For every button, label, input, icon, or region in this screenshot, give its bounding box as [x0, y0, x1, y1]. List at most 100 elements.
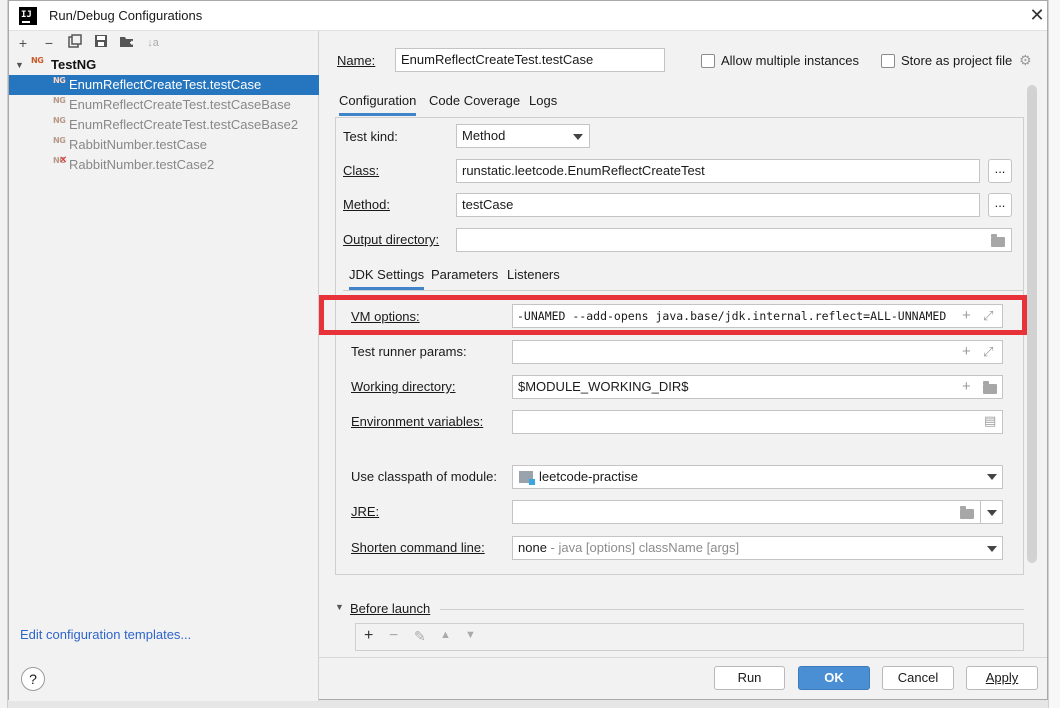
chevron-down-icon[interactable]: ▼	[15, 55, 24, 75]
output-directory-label: Output directory:	[343, 232, 440, 247]
tab-code-coverage[interactable]: Code Coverage	[429, 90, 520, 116]
name-label: Name:	[337, 53, 376, 68]
testng-icon: NG	[53, 116, 66, 125]
sort-icon[interactable]: ↓a	[143, 33, 163, 53]
document-icon[interactable]: ▤	[984, 413, 996, 429]
ok-button[interactable]: OK	[798, 666, 870, 690]
jre-label: JRE:	[351, 504, 380, 519]
tree-root-testng[interactable]: ▼ NG TestNG	[9, 55, 319, 75]
testng-icon: NG	[53, 136, 66, 145]
environment-variables-field[interactable]	[512, 410, 1003, 434]
help-button[interactable]: ?	[21, 667, 45, 691]
store-project-label: Store as project file	[901, 53, 1013, 68]
tree-item-label: RabbitNumber.testCase	[69, 137, 208, 152]
folder-icon[interactable]	[983, 381, 997, 394]
intellij-app-icon: IJ	[19, 7, 37, 25]
insert-macro-icon[interactable]: +	[962, 379, 971, 395]
shorten-command-line-value: none	[518, 540, 547, 555]
working-directory-field[interactable]: $MODULE_WORKING_DIR$	[512, 375, 1003, 399]
gear-icon[interactable]: ⚙	[1019, 52, 1032, 69]
close-icon[interactable]: ✕	[1027, 5, 1047, 25]
configuration-tree-panel: + − ↓a ▼ NG TestNG NG EnumReflectCreateT…	[9, 31, 319, 701]
title-bar: IJ Run/Debug Configurations ✕	[9, 1, 1047, 31]
tree-item-enumreflect-testcasebase2[interactable]: NG EnumReflectCreateTest.testCaseBase2	[9, 115, 319, 135]
tree-item-enumreflect-testcase[interactable]: NG EnumReflectCreateTest.testCase	[9, 75, 319, 95]
scrollbar[interactable]	[1027, 85, 1037, 563]
method-field[interactable]: testCase	[456, 193, 980, 217]
expand-plus-icon[interactable]: +	[962, 344, 971, 360]
divider	[980, 501, 981, 523]
tab-listeners[interactable]: Listeners	[507, 264, 560, 290]
run-debug-dialog: IJ Run/Debug Configurations ✕ + − ↓a ▼ N…	[8, 0, 1048, 701]
cancel-button[interactable]: Cancel	[882, 666, 954, 690]
tree-item-label: EnumReflectCreateTest.testCase	[69, 77, 262, 92]
expand-arrows-icon[interactable]: ⤢	[983, 344, 993, 360]
testng-icon: NG	[53, 76, 66, 85]
class-field[interactable]: runstatic.leetcode.EnumReflectCreateTest	[456, 159, 980, 183]
shorten-command-line-hint: - java [options] className [args]	[546, 540, 740, 555]
tree-item-rabbitnumber-testcase[interactable]: NG RabbitNumber.testCase	[9, 135, 319, 155]
copy-icon[interactable]	[65, 33, 85, 53]
chevron-down-icon[interactable]: ▼	[335, 602, 344, 612]
folder-icon[interactable]	[960, 506, 974, 519]
jre-field[interactable]	[512, 500, 1003, 524]
ide-background-right	[1048, 0, 1060, 708]
tree-item-rabbitnumber-testcase2[interactable]: NG ✕ RabbitNumber.testCase2	[9, 155, 319, 175]
add-icon[interactable]: +	[13, 33, 33, 53]
class-label: Class:	[343, 163, 380, 178]
method-browse-button[interactable]: ...	[988, 193, 1012, 217]
tree-item-label: EnumReflectCreateTest.testCaseBase2	[69, 117, 299, 132]
chevron-down-icon[interactable]	[987, 510, 997, 516]
tab-logs[interactable]: Logs	[529, 90, 557, 116]
move-up-icon[interactable]: ▲	[440, 629, 451, 641]
shorten-command-line-select[interactable]: none - java [options] className [args]	[512, 536, 1003, 560]
test-runner-params-label: Test runner params:	[351, 344, 467, 359]
edit-configuration-templates-link[interactable]: Edit configuration templates...	[20, 627, 191, 642]
remove-icon[interactable]: −	[389, 627, 398, 645]
method-label: Method:	[343, 197, 390, 212]
tree-root-label: TestNG	[51, 57, 97, 72]
save-icon[interactable]	[91, 33, 111, 53]
classpath-module-label: Use classpath of module:	[351, 469, 497, 484]
folder-icon[interactable]	[991, 234, 1005, 247]
window-title: Run/Debug Configurations	[49, 8, 203, 23]
classpath-module-select[interactable]: leetcode-practise	[512, 465, 1003, 489]
test-kind-value: Method	[462, 128, 506, 143]
classpath-module-value: leetcode-practise	[539, 469, 638, 484]
test-kind-select[interactable]: Method	[456, 124, 590, 148]
tab-configuration[interactable]: Configuration	[339, 90, 417, 116]
add-icon[interactable]: +	[364, 627, 373, 645]
allow-multiple-checkbox[interactable]	[701, 54, 715, 68]
remove-icon[interactable]: −	[39, 33, 59, 53]
move-down-icon[interactable]: ▼	[465, 629, 476, 641]
module-icon	[519, 471, 535, 485]
testng-icon: NG	[31, 56, 44, 65]
tree-item-label: EnumReflectCreateTest.testCaseBase	[69, 97, 291, 112]
before-launch-label: Before launch	[350, 601, 431, 616]
highlight-box	[319, 295, 1027, 335]
tree-item-label: RabbitNumber.testCase2	[69, 157, 215, 172]
tab-parameters[interactable]: Parameters	[431, 264, 498, 290]
chevron-down-icon[interactable]	[987, 546, 997, 552]
allow-multiple-label: Allow multiple instances	[721, 53, 860, 68]
store-project-checkbox[interactable]	[881, 54, 895, 68]
test-runner-params-field[interactable]	[512, 340, 1003, 364]
tree-item-enumreflect-testcasebase[interactable]: NG EnumReflectCreateTest.testCaseBase	[9, 95, 319, 115]
class-browse-button[interactable]: ...	[988, 159, 1012, 183]
new-folder-icon[interactable]	[117, 33, 137, 53]
name-field[interactable]: EnumReflectCreateTest.testCase	[395, 48, 665, 72]
run-button[interactable]: Run	[714, 666, 785, 690]
edit-icon[interactable]: ✎	[414, 628, 426, 645]
output-directory-field[interactable]	[456, 228, 1012, 252]
environment-variables-label: Environment variables:	[351, 414, 484, 429]
working-directory-label: Working directory:	[351, 379, 456, 394]
before-launch-toolbar: + − ✎ ▲ ▼	[355, 623, 1024, 651]
chevron-down-icon	[573, 134, 583, 140]
tab-jdk-settings[interactable]: JDK Settings	[349, 264, 425, 290]
divider	[440, 609, 1024, 610]
apply-button[interactable]: Apply	[966, 666, 1038, 690]
divider	[343, 290, 1024, 291]
error-icon: ✕	[59, 155, 68, 166]
chevron-down-icon[interactable]	[987, 474, 997, 480]
testng-icon: NG	[53, 96, 66, 105]
